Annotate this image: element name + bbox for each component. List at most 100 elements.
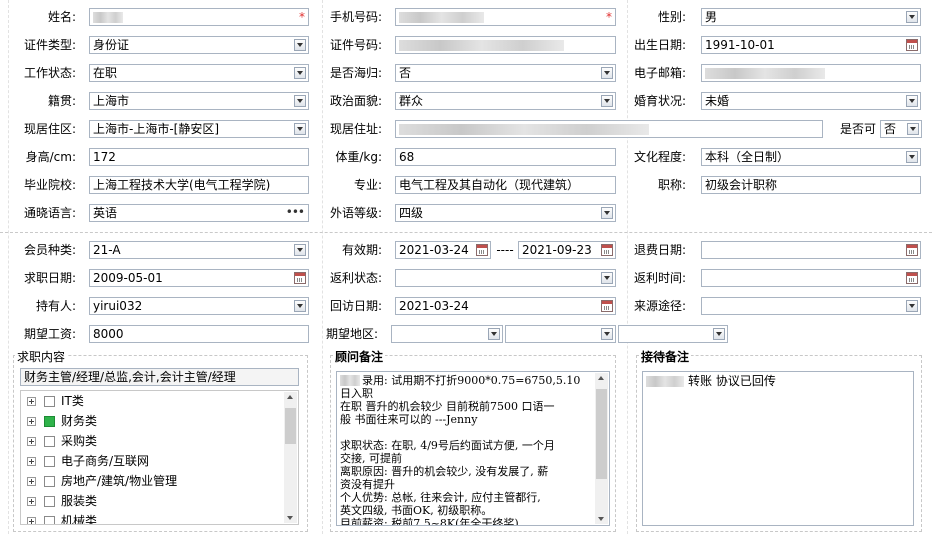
tree-item-clothing[interactable]: 服装类 — [27, 491, 97, 511]
jobdate-value: 2009-05-01 — [93, 271, 163, 285]
region-district-select[interactable] — [618, 325, 728, 343]
weight-label: 体重/kg: — [335, 150, 382, 164]
reception-notes-textarea[interactable]: 转账 协议已回传 — [642, 371, 914, 526]
chevron-down-icon[interactable] — [906, 95, 918, 107]
calendar-icon[interactable] — [906, 39, 918, 51]
chevron-down-icon[interactable] — [601, 67, 613, 79]
major-input[interactable]: 电气工程及其自动化（现代建筑） — [395, 176, 616, 194]
checkbox-realestate[interactable] — [44, 476, 55, 487]
expand-icon[interactable] — [27, 497, 36, 506]
expand-icon[interactable] — [27, 457, 36, 466]
education-select[interactable]: 本科（全日制） — [701, 148, 921, 166]
tree-item-realestate[interactable]: 房地产/建筑/物业管理 — [27, 471, 177, 491]
calendar-icon[interactable] — [601, 244, 613, 256]
address-input[interactable] — [395, 120, 823, 138]
valid-to-input[interactable]: 2021-09-23 — [518, 241, 616, 259]
rebate-status-select[interactable] — [395, 269, 616, 287]
chevron-down-icon[interactable] — [907, 123, 919, 135]
chevron-down-icon[interactable] — [294, 95, 306, 107]
chevron-down-icon[interactable] — [488, 328, 500, 340]
chevron-down-icon[interactable] — [713, 328, 725, 340]
note-line: 日入职 — [340, 387, 373, 400]
chevron-down-icon[interactable] — [906, 300, 918, 312]
refund-date-input[interactable] — [701, 241, 921, 259]
tree-item-finance[interactable]: 财务类 — [27, 411, 97, 431]
chevron-down-icon[interactable] — [294, 67, 306, 79]
school-input[interactable]: 上海工程技术大学(电气工程学院) — [89, 176, 309, 194]
shifou-select[interactable]: 否 — [880, 120, 922, 138]
phone-input[interactable]: * — [395, 8, 616, 26]
expand-icon[interactable] — [27, 397, 36, 406]
name-input[interactable]: * — [89, 8, 309, 26]
calendar-icon[interactable] — [906, 272, 918, 284]
chevron-down-icon[interactable] — [601, 207, 613, 219]
calendar-icon[interactable] — [476, 244, 488, 256]
holder-label: 持有人: — [35, 299, 76, 313]
birth-date-input[interactable]: 1991-10-01 — [701, 36, 921, 54]
chevron-down-icon[interactable] — [294, 123, 306, 135]
scroll-down-icon[interactable] — [598, 517, 604, 521]
scrollbar[interactable] — [595, 373, 608, 524]
rebate-time-input[interactable] — [701, 269, 921, 287]
chevron-down-icon[interactable] — [294, 244, 306, 256]
valid-from-input[interactable]: 2021-03-24 — [395, 241, 491, 259]
calendar-icon[interactable] — [601, 300, 613, 312]
checkbox-purchase[interactable] — [44, 436, 55, 447]
gender-select[interactable]: 男 — [701, 8, 921, 26]
height-input[interactable]: 172 — [89, 148, 309, 166]
region-city-select[interactable] — [505, 325, 616, 343]
chevron-down-icon[interactable] — [294, 300, 306, 312]
holder-select[interactable]: yirui032 — [89, 297, 309, 315]
chevron-down-icon[interactable] — [601, 95, 613, 107]
returnee-select[interactable]: 否 — [395, 64, 616, 82]
more-icon[interactable]: ••• — [286, 205, 305, 219]
expand-icon[interactable] — [27, 517, 36, 524]
idtype-select[interactable]: 身份证 — [89, 36, 309, 54]
native-select[interactable]: 上海市 — [89, 92, 309, 110]
chevron-down-icon[interactable] — [601, 328, 613, 340]
marital-select[interactable]: 未婚 — [701, 92, 921, 110]
calendar-icon[interactable] — [906, 244, 918, 256]
job-selected-input[interactable]: 财务主管/经理/总监,会计,会计主管/经理 — [20, 368, 299, 386]
tree-item-machinery[interactable]: 机械类 — [27, 511, 97, 524]
langlevel-select[interactable]: 四级 — [395, 204, 616, 222]
language-input[interactable]: 英语 ••• — [89, 204, 309, 222]
scroll-thumb[interactable] — [596, 389, 607, 479]
checkbox-it[interactable] — [44, 396, 55, 407]
calendar-icon[interactable] — [294, 272, 306, 284]
scroll-down-icon[interactable] — [287, 516, 293, 520]
jobdate-input[interactable]: 2009-05-01 — [89, 269, 309, 287]
email-input[interactable] — [701, 64, 921, 82]
scroll-thumb[interactable] — [285, 408, 296, 444]
scroll-up-icon[interactable] — [287, 395, 293, 399]
idnum-input[interactable] — [395, 36, 616, 54]
checkbox-machinery[interactable] — [44, 516, 55, 524]
expand-icon[interactable] — [27, 477, 36, 486]
weight-input[interactable]: 68 — [395, 148, 616, 166]
workstatus-select[interactable]: 在职 — [89, 64, 309, 82]
chevron-down-icon[interactable] — [294, 39, 306, 51]
scrollbar[interactable] — [284, 392, 297, 523]
expand-icon[interactable] — [27, 437, 36, 446]
tree-item-it[interactable]: IT类 — [27, 391, 84, 411]
region-province-select[interactable] — [391, 325, 503, 343]
tree-item-ecommerce[interactable]: 电子商务/互联网 — [27, 451, 149, 471]
chevron-down-icon[interactable] — [906, 151, 918, 163]
title-input[interactable]: 初级会计职称 — [701, 176, 921, 194]
chevron-down-icon[interactable] — [906, 11, 918, 23]
checkbox-clothing[interactable] — [44, 496, 55, 507]
salary-input[interactable]: 8000 — [89, 325, 309, 343]
visit-date-input[interactable]: 2021-03-24 — [395, 297, 616, 315]
chevron-down-icon[interactable] — [601, 272, 613, 284]
tree-item-purchase[interactable]: 采购类 — [27, 431, 97, 451]
checkbox-ecommerce[interactable] — [44, 456, 55, 467]
advisor-notes-textarea[interactable]: 录用: 试用期不打折9000*0.75=6750,5.10 日入职 在职 晋升的… — [336, 371, 610, 526]
area-select[interactable]: 上海市-上海市-[静安区] — [89, 120, 309, 138]
scroll-up-icon[interactable] — [598, 376, 604, 380]
member-type-select[interactable]: 21-A — [89, 241, 309, 259]
political-select[interactable]: 群众 — [395, 92, 616, 110]
job-category-tree[interactable]: IT类 财务类 采购类 电子商务/互联网 房地产/建筑/物业管理 服装类 机械类 — [20, 390, 299, 525]
expand-icon[interactable] — [27, 417, 36, 426]
source-select[interactable] — [701, 297, 921, 315]
checkbox-finance[interactable] — [44, 416, 55, 427]
